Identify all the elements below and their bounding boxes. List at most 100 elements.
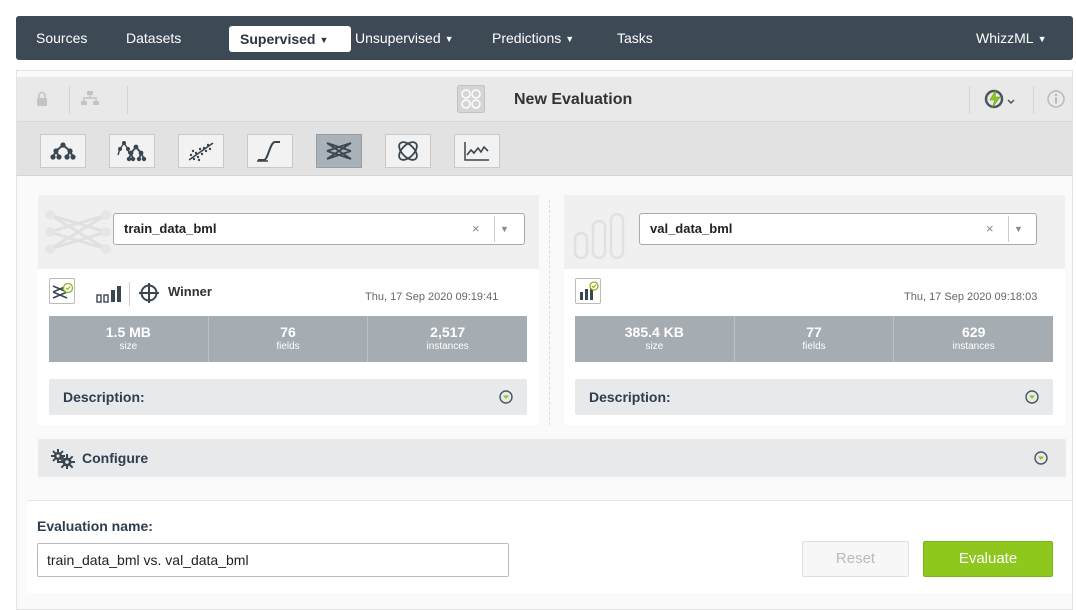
deepnet-icon xyxy=(326,142,352,160)
stat-instances: 2,517 instances xyxy=(368,316,527,362)
linear-regression-icon-button[interactable] xyxy=(178,134,224,168)
model-panel: train_data_bml × ▼ Winner Thu, 17 Sep 20… xyxy=(38,195,539,425)
title-separator xyxy=(127,86,128,114)
page-title: New Evaluation xyxy=(514,91,633,108)
caret-down-icon: ▼ xyxy=(319,35,329,45)
stat-label: instances xyxy=(426,341,469,352)
stat-label: size xyxy=(645,341,664,352)
stat-value: 629 xyxy=(962,324,986,340)
dataset-panel: val_data_bml × ▼ Thu, 17 Sep 2020 09:18:… xyxy=(564,195,1065,425)
nav-datasets-label: Datasets xyxy=(126,30,182,46)
nav-whizzml[interactable]: WhizzML ▼ xyxy=(976,16,1046,60)
model-icon-button[interactable] xyxy=(40,134,86,168)
deepnet-icon-button[interactable] xyxy=(316,134,362,168)
deepnet-badge xyxy=(49,278,75,304)
stat-label: size xyxy=(119,341,138,352)
dataset-panel-header: val_data_bml × ▼ xyxy=(564,195,1065,269)
bar-chart-icon xyxy=(96,286,121,303)
chevron-down-icon[interactable]: ▼ xyxy=(494,216,514,242)
linear-regression-icon xyxy=(188,142,214,162)
title-separator xyxy=(969,86,970,114)
description-label: Description: xyxy=(589,389,671,405)
nav-supervised-label: Supervised xyxy=(240,31,316,47)
nav-predictions[interactable]: Predictions ▼ xyxy=(492,16,574,60)
evaluate-button[interactable]: Evaluate xyxy=(923,541,1053,577)
stat-value: 77 xyxy=(806,324,822,340)
nav-supervised[interactable]: Supervised ▼ xyxy=(229,26,351,52)
top-navbar: Sources Datasets Supervised ▼ Unsupervise… xyxy=(16,16,1073,60)
logistic-regression-icon xyxy=(257,141,280,162)
stat-instances: 629 instances xyxy=(894,316,1053,362)
stat-label: fields xyxy=(276,341,300,352)
deepnet-check-icon xyxy=(52,282,74,299)
crosshair-icon xyxy=(139,283,159,303)
nav-tasks-label: Tasks xyxy=(617,30,653,46)
title-separator xyxy=(69,86,70,114)
model-date: Thu, 17 Sep 2020 09:19:41 xyxy=(365,291,499,303)
model-description-toggle[interactable]: Description: xyxy=(49,379,527,415)
dataset-date: Thu, 17 Sep 2020 09:18:03 xyxy=(904,291,1038,303)
expand-chevron-icon xyxy=(1025,390,1039,404)
model-stats: 1.5 MB size 76 fields 2,517 instances xyxy=(49,316,527,362)
lightning-options-icon[interactable] xyxy=(984,89,1018,109)
stat-value: 2,517 xyxy=(430,324,466,340)
fusion-icon xyxy=(398,141,418,161)
configure-toggle[interactable]: Configure xyxy=(38,439,1066,477)
logistic-regression-icon-button[interactable] xyxy=(247,134,293,168)
ensemble-icon xyxy=(117,141,147,162)
clear-selection-icon[interactable]: × xyxy=(472,214,480,244)
badge-separator xyxy=(129,282,130,306)
evaluation-name-label: Evaluation name: xyxy=(37,518,153,534)
nav-unsupervised-label: Unsupervised xyxy=(355,30,441,46)
timeseries-icon xyxy=(464,142,489,161)
dataset-stats: 385.4 KB size 77 fields 629 instances xyxy=(575,316,1053,362)
nav-sources-label: Sources xyxy=(36,30,88,46)
expand-chevron-icon xyxy=(1034,451,1048,465)
ensemble-icon-button[interactable] xyxy=(109,134,155,168)
stat-label: fields xyxy=(802,341,826,352)
panel-divider xyxy=(549,200,550,425)
deepnet-watermark-icon xyxy=(45,210,111,254)
evaluation-icon xyxy=(457,85,485,113)
stat-fields: 77 fields xyxy=(735,316,895,362)
chevron-down-icon[interactable]: ▼ xyxy=(1008,216,1028,242)
dataset-description-toggle[interactable]: Description: xyxy=(575,379,1053,415)
stat-size: 1.5 MB size xyxy=(49,316,209,362)
clear-selection-icon[interactable]: × xyxy=(986,214,994,244)
reset-button[interactable]: Reset xyxy=(802,541,909,577)
nav-tasks[interactable]: Tasks xyxy=(617,16,653,60)
stat-value: 1.5 MB xyxy=(105,324,151,340)
lock-icon[interactable] xyxy=(36,91,48,107)
dataset-watermark-icon xyxy=(574,213,625,259)
info-icon[interactable] xyxy=(1047,90,1065,108)
model-panel-header: train_data_bml × ▼ xyxy=(38,195,539,269)
caret-down-icon: ▼ xyxy=(1037,34,1047,44)
nav-unsupervised[interactable]: Unsupervised ▼ xyxy=(355,16,454,60)
model-select[interactable]: train_data_bml × ▼ xyxy=(113,213,525,245)
model-type-toolbar xyxy=(17,122,1072,176)
dataset-select[interactable]: val_data_bml × ▼ xyxy=(639,213,1037,245)
nav-whizzml-label: WhizzML xyxy=(976,30,1034,46)
stat-value: 385.4 KB xyxy=(624,324,684,340)
nav-datasets[interactable]: Datasets xyxy=(126,16,181,60)
caret-down-icon: ▼ xyxy=(565,34,575,44)
nav-predictions-label: Predictions xyxy=(492,30,562,46)
stat-size: 385.4 KB size xyxy=(575,316,735,362)
winner-label: Winner xyxy=(168,284,212,299)
caret-down-icon: ▼ xyxy=(444,34,454,44)
fusion-icon-button[interactable] xyxy=(385,134,431,168)
timeseries-icon-button[interactable] xyxy=(454,134,500,168)
nav-sources[interactable]: Sources xyxy=(36,16,87,60)
title-bar: New Evaluation xyxy=(17,77,1072,122)
stat-value: 76 xyxy=(280,324,296,340)
dataset-check-icon xyxy=(580,281,599,300)
model-icon xyxy=(50,142,76,160)
stat-label: instances xyxy=(952,341,995,352)
expand-chevron-icon xyxy=(499,390,513,404)
dataset-badge xyxy=(575,278,601,304)
configure-label: Configure xyxy=(82,450,149,466)
title-separator xyxy=(1033,86,1034,114)
stat-fields: 76 fields xyxy=(209,316,369,362)
tree-icon[interactable] xyxy=(80,90,100,108)
evaluation-name-input[interactable]: train_data_bml vs. val_data_bml xyxy=(37,543,509,577)
